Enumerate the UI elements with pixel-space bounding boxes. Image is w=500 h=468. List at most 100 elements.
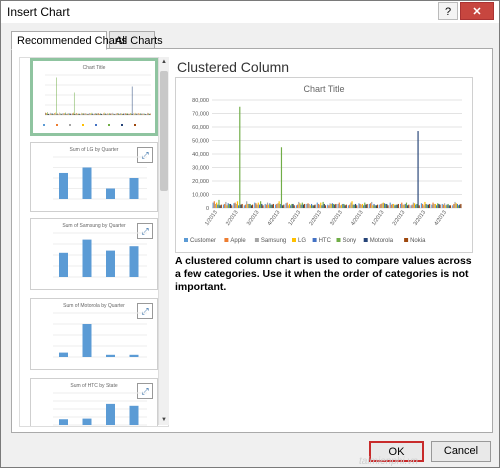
bar-lg [216,202,218,208]
scroll-up-icon[interactable]: ▲ [159,57,169,67]
bar-samsung [433,203,435,208]
bar-htc [290,205,292,208]
bar-sony [270,204,272,208]
bar-motorola [109,113,111,115]
y-tick-label: 10,000 [192,193,209,199]
bar-nokia [272,203,274,208]
bar-nokia [429,203,431,208]
bar-nokia [324,205,327,208]
bar-htc [352,204,354,208]
help-button[interactable]: ? [438,2,458,20]
bar-apple [107,113,108,115]
bar-htc [456,203,458,208]
bar-motorola [61,114,62,115]
thumbnail-lg-by-quarter[interactable]: Sum of LG by Quarter ⤢ [30,142,158,212]
cancel-button[interactable]: Cancel [431,441,491,462]
bar-samsung [339,205,342,208]
bar [82,167,92,199]
bar-sony [405,202,408,208]
bar-motorola [354,203,357,208]
thumbnail-samsung-by-quarter[interactable]: Sum of Samsung by Quarter ⤢ [30,218,158,290]
close-button[interactable]: ✕ [460,2,494,20]
scroll-thumb[interactable] [160,71,168,191]
bar-htc [108,114,110,115]
bar-sony [135,113,137,115]
bar-samsung [76,114,78,115]
bar [82,418,92,425]
bar-nokia [418,205,420,208]
bar-apple [422,203,424,208]
bar-sony [149,114,150,115]
bar-nokia [220,204,222,208]
thumbnail-chart [43,74,151,126]
bar-customer [75,113,77,115]
bar-customer [89,113,90,115]
bar-motorola [375,205,377,208]
bar-htc [446,204,448,208]
legend-entry: Motorola [370,238,394,244]
bar-samsung [266,202,269,208]
bar-htc [117,113,119,115]
legend-swatch [312,238,317,242]
bar-lg [112,114,114,115]
bar-nokia [132,114,133,115]
bar-htc [139,114,141,115]
bar-customer [431,204,433,208]
bar-lg [86,114,87,115]
bar [129,246,139,277]
bar-sony [280,147,283,208]
bar-htc [321,205,323,208]
bar-samsung [116,113,118,115]
bar [59,419,68,425]
bar-nokia [48,113,49,115]
bar-customer [243,205,245,208]
bar-lg [413,203,416,208]
recommended-charts-panel: Chart Title Sum of LG by Quarter ⤢ Sum o… [11,48,493,433]
bar-customer [337,203,339,208]
bar-sony [73,92,75,115]
bar-customer [102,114,103,115]
bar-lg [403,204,405,208]
x-tick-label: 2/2013 [392,210,407,227]
bar-motorola [105,113,106,115]
bar-nokia [97,113,98,115]
bar-customer [254,202,256,208]
bar-samsung [125,113,126,115]
bar-nokia [293,205,295,208]
bar-motorola [47,114,49,115]
legend-swatch [184,238,188,242]
legend-swatch [336,238,341,242]
legend-swatch [121,124,123,126]
thumbnail-clustered-column[interactable]: Chart Title [30,58,158,136]
chart-preview: Chart Title 0 10,000 20,000 30,000 40,000 50,0… [175,77,473,253]
thumbnail-scrollbar[interactable]: ▲ ▼ [158,57,169,425]
y-tick-label: 70,000 [192,112,209,118]
bar-motorola [292,203,294,208]
thumbnail-motorola-by-quarter[interactable]: Sum of Motorola by Quarter ⤢ [30,298,158,370]
bar-lg [50,114,52,115]
tab-recommended-charts[interactable]: Recommended Charts [11,31,127,50]
bar-sony [87,114,88,115]
bar-sony [426,204,428,208]
bar-nokia [110,113,111,115]
bar-customer [106,113,108,115]
bar-motorola [74,114,75,115]
thumbnail-htc-by-state[interactable]: Sum of HTC by State ⤢ [30,378,158,426]
bar-apple [85,113,86,115]
bar-sony [374,205,376,208]
bar-htc [363,205,365,208]
bar-lg [77,113,78,115]
legend-entry: Apple [230,238,246,244]
legend-swatch [69,124,71,126]
bar-customer [452,205,454,208]
bar-customer [389,202,391,208]
bar-motorola [396,204,398,208]
bar-customer [233,203,235,208]
bar-htc [217,204,219,208]
thumbnail-chart [53,312,147,358]
bar-samsung [391,203,394,208]
scroll-down-icon[interactable]: ▼ [159,415,169,425]
bar-samsung [350,202,352,208]
bar-nokia [345,204,347,208]
title-bar: Insert Chart ? ✕ [1,1,499,23]
